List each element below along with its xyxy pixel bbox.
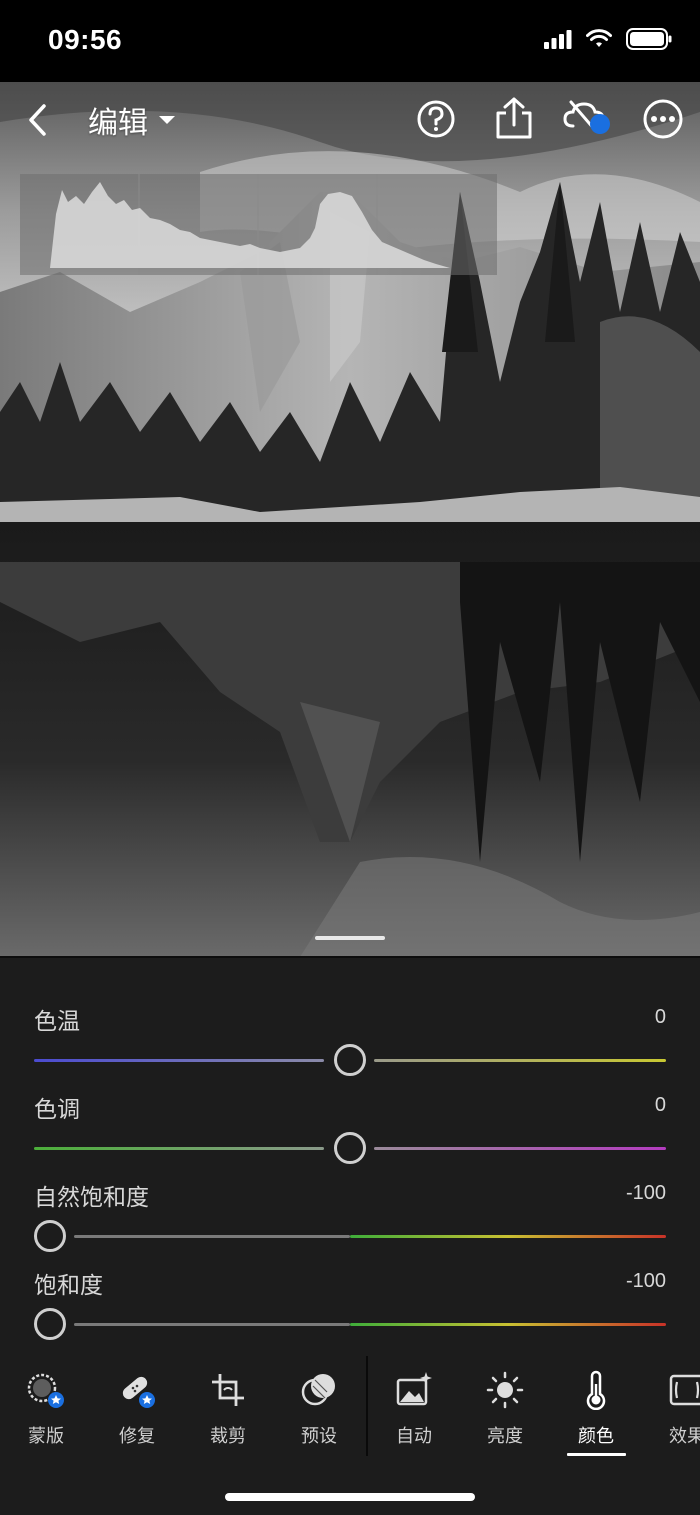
slider-vibrance[interactable]: 自然饱和度 -100: [34, 1178, 666, 1266]
status-bar: 09:56: [0, 0, 700, 82]
tool-label: 裁剪: [210, 1426, 246, 1447]
page-title: 编辑: [88, 106, 148, 141]
cellular-signal-icon: [544, 29, 572, 53]
thermometer-icon: [586, 1370, 606, 1410]
sun-icon: [486, 1371, 524, 1409]
battery-icon: [626, 28, 672, 54]
slider-saturation[interactable]: 饱和度 -100: [34, 1266, 666, 1354]
active-tool-indicator: [567, 1453, 626, 1456]
tool-label: 颜色: [578, 1426, 614, 1447]
tool-healing[interactable]: 修复: [97, 1370, 177, 1448]
toolbar-separator: [366, 1356, 368, 1456]
slider-label: 饱和度: [34, 1273, 103, 1299]
tool-label: 亮度: [487, 1426, 523, 1447]
slider-thumb[interactable]: [34, 1308, 66, 1340]
divider: [0, 956, 700, 958]
share-icon: [496, 97, 532, 139]
slider-thumb[interactable]: [34, 1220, 66, 1252]
slider-track-left: [74, 1235, 350, 1238]
back-button[interactable]: [16, 100, 60, 140]
slider-value: -100: [625, 1270, 666, 1292]
tool-light[interactable]: 亮度: [465, 1370, 545, 1448]
tool-presets[interactable]: 预设: [279, 1370, 359, 1448]
healing-bandage-icon: [122, 1376, 155, 1408]
histogram[interactable]: [20, 174, 497, 275]
chevron-left-icon: [29, 104, 46, 136]
more-options-icon: [643, 99, 683, 139]
slider-track-left: [34, 1059, 324, 1062]
home-indicator[interactable]: [225, 1493, 475, 1501]
help-button[interactable]: [414, 97, 458, 141]
mask-icon: [27, 1373, 64, 1408]
cloud-sync-button[interactable]: [563, 98, 615, 138]
slider-track-right: [374, 1059, 666, 1062]
slider-value: -100: [625, 1182, 666, 1204]
tool-auto[interactable]: 自动: [374, 1370, 454, 1448]
tool-label: 修复: [119, 1426, 155, 1447]
tool-crop[interactable]: 裁剪: [188, 1370, 268, 1448]
tool-effects[interactable]: 效果: [647, 1370, 700, 1448]
slider-track-right: [374, 1147, 666, 1150]
effects-icon: [669, 1374, 700, 1406]
tool-label: 效果: [669, 1426, 700, 1447]
help-icon: [417, 100, 455, 138]
slider-temperature[interactable]: 色温 0: [34, 1002, 666, 1090]
status-time: 09:56: [48, 24, 123, 55]
slider-label: 自然饱和度: [34, 1185, 149, 1211]
slider-track-left: [74, 1323, 350, 1326]
share-button[interactable]: [492, 95, 536, 141]
tool-masking[interactable]: 蒙版: [6, 1370, 86, 1448]
presets-icon: [301, 1374, 335, 1406]
tool-label: 预设: [301, 1426, 337, 1447]
edit-mode-dropdown[interactable]: 编辑: [88, 98, 176, 142]
wifi-icon: [586, 29, 612, 53]
slider-thumb[interactable]: [334, 1132, 366, 1164]
slider-label: 色调: [34, 1097, 80, 1123]
auto-icon: [396, 1372, 432, 1406]
caret-down-icon: [159, 116, 175, 124]
slider-tint[interactable]: 色调 0: [34, 1090, 666, 1178]
tool-label: 蒙版: [28, 1426, 64, 1447]
more-button[interactable]: [642, 98, 684, 140]
cloud-sync-off-icon: [563, 100, 610, 134]
slider-label: 色温: [34, 1009, 80, 1035]
slider-track-right: [350, 1235, 666, 1238]
slider-track-right: [350, 1323, 666, 1326]
tool-label: 自动: [396, 1426, 432, 1447]
slider-track-left: [34, 1147, 324, 1150]
panel-drag-handle[interactable]: [315, 936, 385, 940]
slider-value: 0: [654, 1006, 666, 1028]
bottom-toolbar: 蒙版 修复 裁剪 预设 自动 亮度 颜色 效果: [0, 1356, 700, 1466]
slider-value: 0: [654, 1094, 666, 1116]
crop-icon: [212, 1374, 244, 1406]
slider-thumb[interactable]: [334, 1044, 366, 1076]
tool-color[interactable]: 颜色: [556, 1370, 636, 1448]
